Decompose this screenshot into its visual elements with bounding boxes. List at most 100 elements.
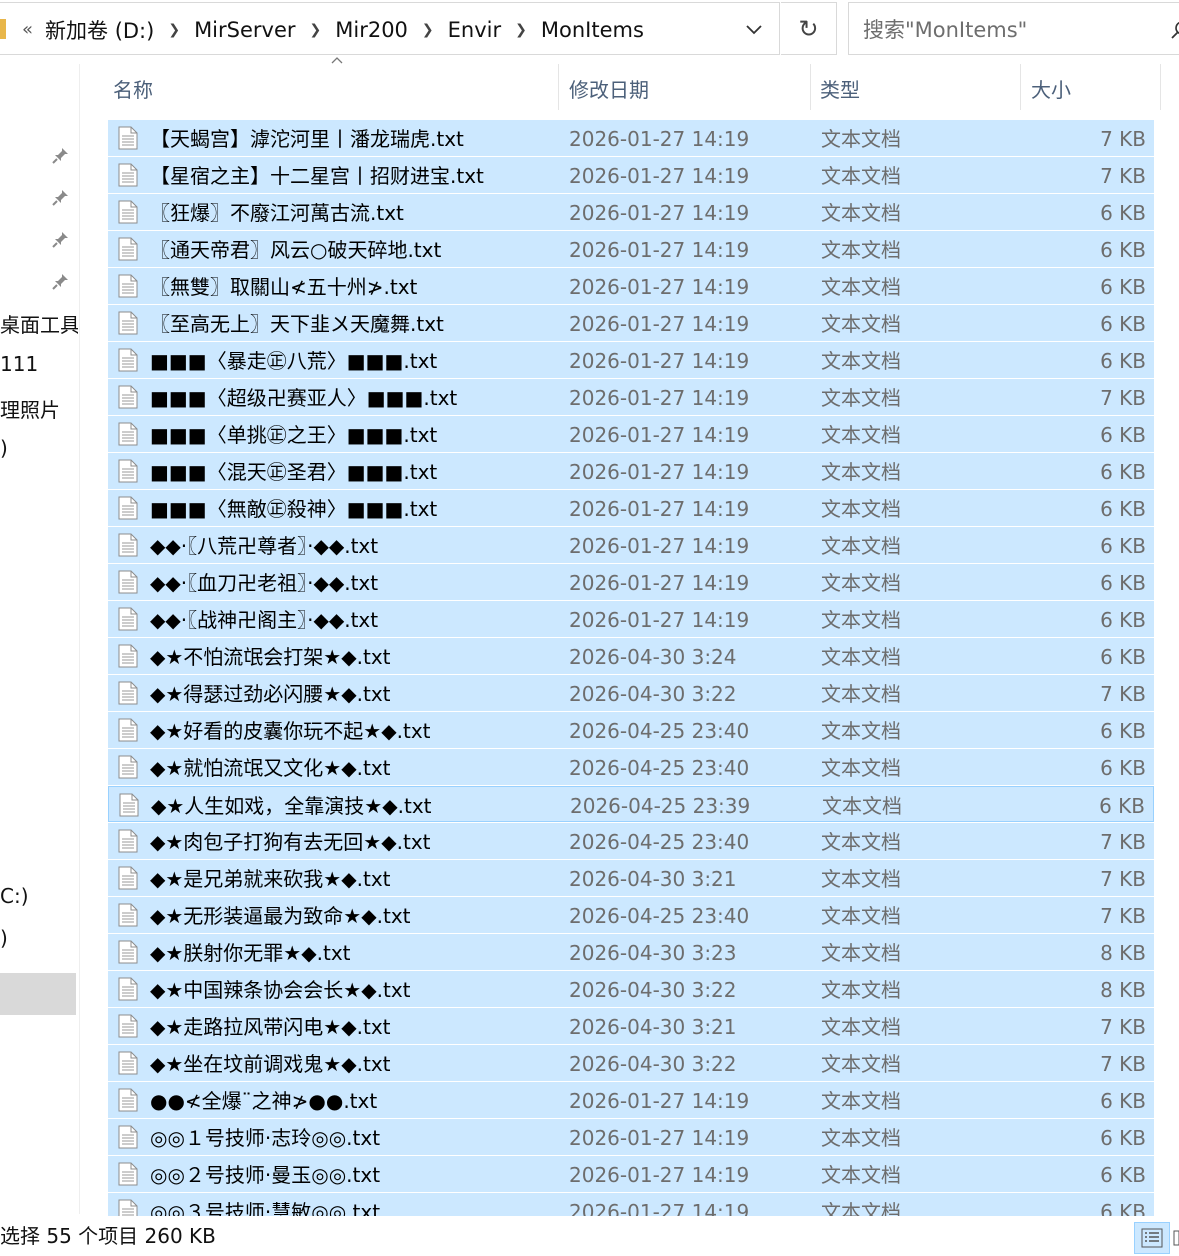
file-name[interactable]: ◆★就怕流氓又文化★◆.txt xyxy=(150,749,391,785)
breadcrumb-mirserver[interactable]: MirServer xyxy=(188,18,301,42)
file-name[interactable]: ■■■〈暴走㊣八荒〉■■■.txt xyxy=(150,342,437,378)
file-row[interactable]: ■■■〈混天㊣圣君〉■■■.txt 2026-01-27 14:19 文本文档 6 K… xyxy=(108,453,1154,489)
nav-item-truncated[interactable]: ) xyxy=(0,436,8,460)
file-row[interactable]: ◆★就怕流氓又文化★◆.txt 2026-04-25 23:40 文本文档 6 KB xyxy=(108,749,1154,785)
file-name[interactable]: ●●≮全爆¨之神≯●●.txt xyxy=(150,1082,377,1118)
refresh-button[interactable]: ↻ xyxy=(781,2,837,55)
file-row[interactable]: ●●≮全爆¨之神≯●●.txt 2026-01-27 14:19 文本文档 6 KB xyxy=(108,1082,1154,1118)
column-divider[interactable] xyxy=(558,64,559,110)
file-name[interactable]: 〖通天帝君〗风云○破天碎地.txt xyxy=(150,231,441,267)
file-row[interactable]: ◆★得瑟过劲必闪腰★◆.txt 2026-04-30 3:22 文本文档 7 KB xyxy=(108,675,1154,711)
file-row[interactable]: ◆★无形装逼最为致命★◆.txt 2026-04-25 23:40 文本文档 7 KB xyxy=(108,897,1154,933)
file-row[interactable]: 〖通天帝君〗风云○破天碎地.txt 2026-01-27 14:19 文本文档 6 K… xyxy=(108,231,1154,267)
file-name[interactable]: ◆◆·〖血刀卍老祖〗·◆◆.txt xyxy=(150,564,378,600)
file-name[interactable]: ◆★好看的皮囊你玩不起★◆.txt xyxy=(150,712,431,748)
pin-icon[interactable] xyxy=(52,186,72,206)
column-divider[interactable] xyxy=(810,64,811,110)
file-row[interactable]: ■■■〈無敵㊣殺神〉■■■.txt 2026-01-27 14:19 文本文档 6 K… xyxy=(108,490,1154,526)
file-row[interactable]: ◎◎１号技师·志玲◎◎.txt 2026-01-27 14:19 文本文档 6 KB xyxy=(108,1119,1154,1155)
search-box[interactable] xyxy=(848,2,1179,55)
file-row[interactable]: 【星宿之主】十二星宫丨招财进宝.txt 2026-01-27 14:19 文本文档 7… xyxy=(108,157,1154,193)
file-name[interactable]: ■■■〈超级卍赛亚人〉■■■.txt xyxy=(150,379,457,415)
file-name[interactable]: 【天蝎宫】滹沱河里丨潘龙瑞虎.txt xyxy=(150,120,464,156)
pane-divider[interactable] xyxy=(79,64,80,1214)
chevron-right-icon[interactable]: ❯ xyxy=(160,22,188,38)
nav-item-111[interactable]: 111 xyxy=(0,352,38,376)
file-row[interactable]: 〖無雙〗取關山≮五十州≯.txt 2026-01-27 14:19 文本文档 6 KB xyxy=(108,268,1154,304)
file-name[interactable]: 〖狂爆〗不廢江河萬古流.txt xyxy=(150,194,404,230)
search-input[interactable] xyxy=(861,13,1165,47)
column-header-date[interactable]: 修改日期 xyxy=(563,64,810,112)
file-row[interactable]: ◆★人生如戏，全靠演技★◆.txt 2026-04-25 23:39 文本文档 6 K… xyxy=(108,786,1154,822)
file-name[interactable]: ◆◆·〖八荒卍尊者〗·◆◆.txt xyxy=(150,527,378,563)
chevron-right-icon[interactable]: ❯ xyxy=(507,22,535,38)
nav-item-drive-d[interactable]: ) xyxy=(0,926,8,950)
file-size: 7 KB xyxy=(1100,386,1146,410)
file-name[interactable]: ◆★不怕流氓会打架★◆.txt xyxy=(150,638,391,674)
breadcrumb-envir[interactable]: Envir xyxy=(442,18,507,42)
file-name[interactable]: 〖無雙〗取關山≮五十州≯.txt xyxy=(150,268,417,304)
file-name[interactable]: ◆★坐在坟前调戏鬼★◆.txt xyxy=(150,1045,391,1081)
file-row[interactable]: 【天蝎宫】滹沱河里丨潘龙瑞虎.txt 2026-01-27 14:19 文本文档 7 … xyxy=(108,120,1154,156)
search-icon[interactable] xyxy=(1171,21,1179,39)
file-row[interactable]: ◆◆·〖血刀卍老祖〗·◆◆.txt 2026-01-27 14:19 文本文档 6 K… xyxy=(108,564,1154,600)
text-file-icon xyxy=(118,1162,138,1186)
file-row[interactable]: ◆★是兄弟就来砍我★◆.txt 2026-04-30 3:21 文本文档 7 KB xyxy=(108,860,1154,896)
column-header-name[interactable]: 名称 xyxy=(107,64,558,112)
breadcrumb-monitems[interactable]: MonItems xyxy=(535,18,650,42)
file-name[interactable]: ■■■〈单挑㊣之王〉■■■.txt xyxy=(150,416,437,452)
file-row[interactable]: 〖至高无上〗天下韭〤天魔舞.txt 2026-01-27 14:19 文本文档 6 K… xyxy=(108,305,1154,341)
large-icons-view-button[interactable] xyxy=(1172,1222,1179,1254)
file-name[interactable]: 〖至高无上〗天下韭〤天魔舞.txt xyxy=(150,305,444,341)
file-row[interactable]: ■■■〈超级卍赛亚人〉■■■.txt 2026-01-27 14:19 文本文档 7 … xyxy=(108,379,1154,415)
column-divider[interactable] xyxy=(1020,64,1021,110)
pin-icon[interactable] xyxy=(52,144,72,164)
column-divider[interactable] xyxy=(1160,64,1161,110)
file-name[interactable]: ◎◎３号技师·慧敏◎◎.txt xyxy=(150,1193,380,1216)
file-name[interactable]: ◎◎２号技师·曼玉◎◎.txt xyxy=(150,1156,380,1192)
nav-item-desktop-tools[interactable]: 桌面工具 xyxy=(0,309,78,338)
file-name[interactable]: ◆★走路拉风带闪电★◆.txt xyxy=(150,1008,391,1044)
pin-icon[interactable] xyxy=(52,270,72,290)
file-row[interactable]: ◆★不怕流氓会打架★◆.txt 2026-04-30 3:24 文本文档 6 KB xyxy=(108,638,1154,674)
file-row[interactable]: ◆★中国辣条协会会长★◆.txt 2026-04-30 3:22 文本文档 8 KB xyxy=(108,971,1154,1007)
file-row[interactable]: ◎◎３号技师·慧敏◎◎.txt 2026-01-27 14:19 文本文档 6 KB xyxy=(108,1193,1154,1216)
chevron-right-icon[interactable]: ❯ xyxy=(302,22,330,38)
pin-icon[interactable] xyxy=(52,228,72,248)
file-row[interactable]: ◆★坐在坟前调戏鬼★◆.txt 2026-04-30 3:22 文本文档 7 KB xyxy=(108,1045,1154,1081)
file-name[interactable]: ◆★朕射你无罪★◆.txt xyxy=(150,934,351,970)
nav-item-drive-c[interactable]: C:) xyxy=(0,884,29,908)
file-name[interactable]: 【星宿之主】十二星宫丨招财进宝.txt xyxy=(150,157,484,193)
file-row[interactable]: ◆★朕射你无罪★◆.txt 2026-04-30 3:23 文本文档 8 KB xyxy=(108,934,1154,970)
chevron-right-icon[interactable]: ❯ xyxy=(414,22,442,38)
breadcrumb-overflow-chevron[interactable]: « xyxy=(22,19,39,40)
file-name[interactable]: ◆★肉包子打狗有去无回★◆.txt xyxy=(150,823,431,859)
column-header-type[interactable]: 类型 xyxy=(814,64,1020,112)
breadcrumb-drive[interactable]: 新加卷 (D:) xyxy=(39,15,160,45)
nav-item-photos[interactable]: 理照片 xyxy=(0,394,60,423)
file-name[interactable]: ◆★无形装逼最为致命★◆.txt xyxy=(150,897,411,933)
file-row[interactable]: ■■■〈暴走㊣八荒〉■■■.txt 2026-01-27 14:19 文本文档 6 K… xyxy=(108,342,1154,378)
file-name[interactable]: ◆★得瑟过劲必闪腰★◆.txt xyxy=(150,675,391,711)
address-box[interactable]: « 新加卷 (D:) ❯ MirServer ❯ Mir200 ❯ Envir … xyxy=(0,2,780,55)
file-name[interactable]: ◎◎１号技师·志玲◎◎.txt xyxy=(150,1119,380,1155)
address-dropdown-button[interactable] xyxy=(736,15,772,45)
file-row[interactable]: ◆★肉包子打狗有去无回★◆.txt 2026-04-25 23:40 文本文档 7 K… xyxy=(108,823,1154,859)
file-name[interactable]: ■■■〈無敵㊣殺神〉■■■.txt xyxy=(150,490,437,526)
file-row[interactable]: ◎◎２号技师·曼玉◎◎.txt 2026-01-27 14:19 文本文档 6 KB xyxy=(108,1156,1154,1192)
file-row[interactable]: ◆◆·〖八荒卍尊者〗·◆◆.txt 2026-01-27 14:19 文本文档 6 K… xyxy=(108,527,1154,563)
file-row[interactable]: ■■■〈单挑㊣之王〉■■■.txt 2026-01-27 14:19 文本文档 6 K… xyxy=(108,416,1154,452)
column-header-size[interactable]: 大小 xyxy=(1025,64,1159,112)
details-view-button[interactable] xyxy=(1134,1222,1170,1254)
file-name[interactable]: ◆★人生如戏，全靠演技★◆.txt xyxy=(151,787,432,823)
file-name[interactable]: ◆★是兄弟就来砍我★◆.txt xyxy=(150,860,391,896)
file-row[interactable]: ◆◆·〖战神卍阁主〗·◆◆.txt 2026-01-27 14:19 文本文档 6 K… xyxy=(108,601,1154,637)
file-row[interactable]: ◆★好看的皮囊你玩不起★◆.txt 2026-04-25 23:40 文本文档 6 K… xyxy=(108,712,1154,748)
file-row[interactable]: 〖狂爆〗不廢江河萬古流.txt 2026-01-27 14:19 文本文档 6 KB xyxy=(108,194,1154,230)
nav-item-selected-highlight[interactable] xyxy=(0,973,76,1015)
breadcrumb-mir200[interactable]: Mir200 xyxy=(329,18,414,42)
file-name[interactable]: ■■■〈混天㊣圣君〉■■■.txt xyxy=(150,453,437,489)
file-name[interactable]: ◆◆·〖战神卍阁主〗·◆◆.txt xyxy=(150,601,378,637)
file-name[interactable]: ◆★中国辣条协会会长★◆.txt xyxy=(150,971,411,1007)
file-row[interactable]: ◆★走路拉风带闪电★◆.txt 2026-04-30 3:21 文本文档 7 KB xyxy=(108,1008,1154,1044)
